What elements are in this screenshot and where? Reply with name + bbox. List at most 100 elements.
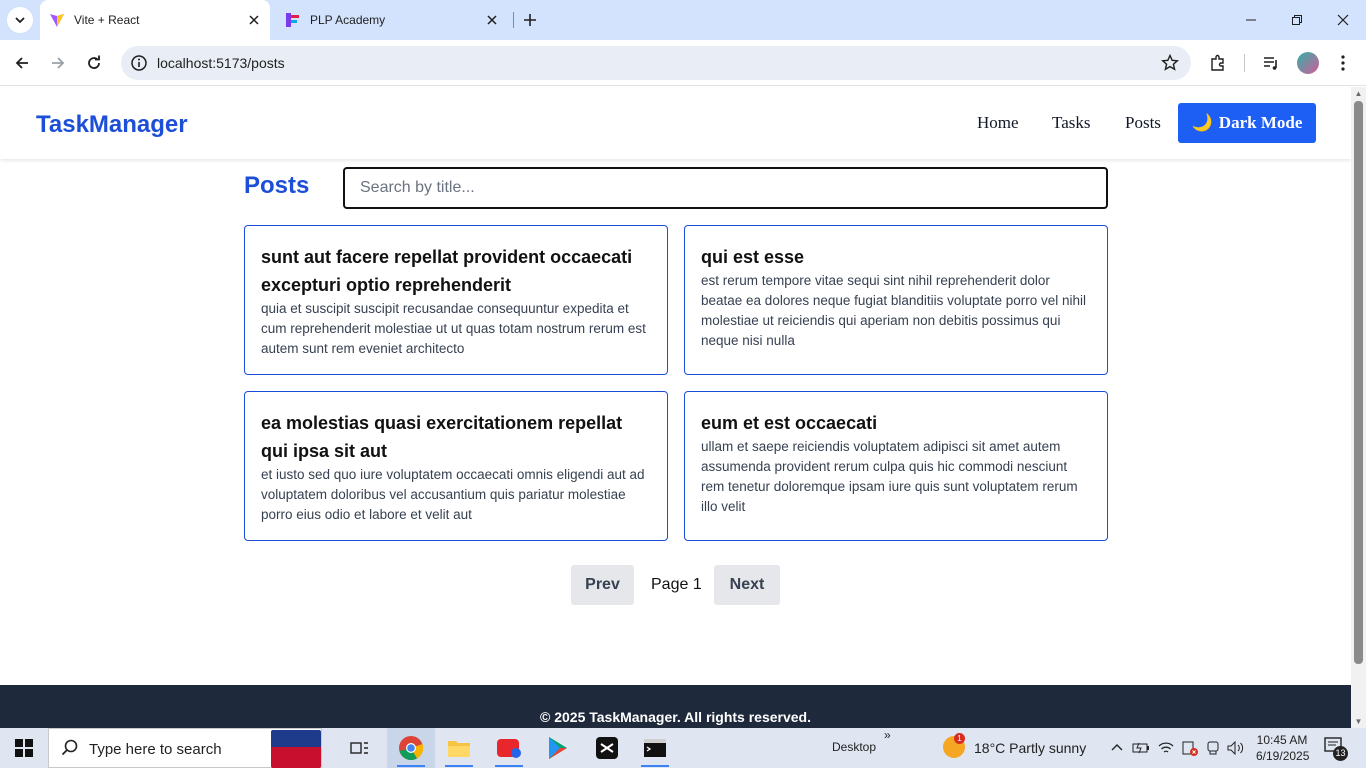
- scroll-up-arrow-icon[interactable]: ▲: [1354, 89, 1363, 98]
- next-page-button[interactable]: Next: [714, 565, 780, 605]
- notification-count-badge: 13: [1333, 746, 1348, 761]
- taskbar-app-red[interactable]: [485, 728, 533, 768]
- minimize-button[interactable]: [1228, 0, 1274, 40]
- nav-link-posts[interactable]: Posts: [1125, 113, 1161, 133]
- site-info-icon[interactable]: [130, 54, 148, 72]
- show-hidden-icons-button[interactable]: [1108, 739, 1126, 757]
- browser-tab-strip: Vite + React PLP Academy: [0, 0, 1366, 40]
- taskbar-terminal[interactable]: [631, 728, 679, 768]
- browser-menu-button[interactable]: [1330, 50, 1356, 76]
- close-icon: [1337, 14, 1349, 26]
- taskbar-file-explorer[interactable]: [435, 728, 483, 768]
- address-bar[interactable]: localhost:5173/posts: [121, 46, 1191, 80]
- close-tab-icon[interactable]: [244, 10, 264, 30]
- browser-toolbar: localhost:5173/posts: [0, 40, 1366, 86]
- puzzle-icon: [1211, 54, 1224, 71]
- bookmark-star-icon[interactable]: [1161, 54, 1179, 72]
- scroll-down-arrow-icon[interactable]: ▼: [1354, 717, 1363, 726]
- arrow-left-icon: [15, 57, 28, 69]
- prev-page-button[interactable]: Prev: [571, 565, 634, 605]
- page-title: Posts: [244, 172, 310, 199]
- active-indicator: [495, 765, 523, 767]
- new-tab-button[interactable]: [519, 9, 541, 31]
- page-indicator: Page 1: [651, 576, 702, 593]
- scrollbar-thumb[interactable]: [1354, 101, 1363, 664]
- weather-sun-icon[interactable]: 1: [943, 733, 965, 758]
- task-view-icon: [350, 742, 368, 754]
- dark-mode-button[interactable]: 🌙 Dark Mode: [1178, 103, 1316, 143]
- active-indicator: [397, 765, 425, 767]
- taskbar-chrome[interactable]: [387, 728, 435, 768]
- vite-logo-icon: [50, 14, 64, 27]
- video-app-icon: [497, 739, 521, 758]
- terminal-icon: [644, 739, 666, 757]
- post-body: ullam et saepe reiciendis voluptatem adi…: [701, 439, 1078, 514]
- post-title: ea molestias quasi exercitationem repell…: [261, 413, 623, 461]
- play-store-icon: [549, 737, 567, 759]
- post-title: eum et est occaecati: [701, 413, 878, 433]
- moon-icon: 🌙: [1191, 113, 1213, 132]
- url-text[interactable]: localhost:5173/posts: [157, 55, 285, 71]
- start-button[interactable]: [0, 728, 48, 768]
- restore-icon: [1292, 15, 1302, 25]
- active-indicator: [445, 765, 473, 767]
- system-clock[interactable]: 10:45 AM 6/19/2025: [1256, 732, 1309, 764]
- post-card: ea molestias quasi exercitationem repell…: [244, 391, 668, 541]
- notifications-button[interactable]: 13: [1324, 737, 1348, 761]
- post-body: et iusto sed quo iure voluptatem occaeca…: [261, 467, 645, 522]
- toolbar-divider: [1244, 54, 1245, 72]
- active-indicator: [641, 765, 669, 767]
- weather-badge: 1: [954, 733, 965, 744]
- footer-copyright: © 2025 TaskManager. All rights reserved.: [540, 709, 811, 725]
- windows-taskbar: Type here to search Desktop » 1 18°C Par…: [0, 728, 1366, 768]
- browser-tab-plp[interactable]: PLP Academy: [276, 0, 508, 40]
- close-window-button[interactable]: [1320, 0, 1366, 40]
- web-page: TaskManager Home Tasks Posts 🌙 Dark Mode…: [0, 87, 1351, 728]
- reload-icon: [88, 55, 100, 69]
- restore-button[interactable]: [1274, 0, 1320, 40]
- app-navbar: TaskManager Home Tasks Posts 🌙 Dark Mode: [0, 87, 1351, 159]
- post-body: quia et suscipit suscipit recusandae con…: [261, 301, 646, 356]
- network-warning-icon[interactable]: [1181, 739, 1199, 757]
- forward-button[interactable]: [44, 49, 72, 77]
- taskbar-play-store[interactable]: [534, 728, 582, 768]
- arrow-right-icon: [52, 57, 65, 69]
- battery-icon[interactable]: [1132, 739, 1150, 757]
- browser-tab-vite[interactable]: Vite + React: [40, 0, 270, 40]
- page-scrollbar[interactable]: ▲ ▼: [1351, 87, 1366, 728]
- weather-text[interactable]: 18°C Partly sunny: [974, 740, 1086, 756]
- profile-avatar[interactable]: [1297, 52, 1319, 74]
- nav-link-home[interactable]: Home: [977, 113, 1019, 133]
- tab-search-button[interactable]: [7, 7, 33, 33]
- page-footer: © 2025 TaskManager. All rights reserved.: [0, 685, 1351, 728]
- post-title: sunt aut facere repellat provident occae…: [261, 247, 633, 295]
- volume-icon[interactable]: [1227, 739, 1245, 757]
- minimize-icon: [1246, 19, 1256, 21]
- tab-divider: [513, 12, 514, 28]
- device-icon[interactable]: [1204, 739, 1222, 757]
- reload-button[interactable]: [80, 49, 108, 77]
- brand-logo-text[interactable]: TaskManager: [36, 111, 188, 139]
- clock-time: 10:45 AM: [1256, 733, 1308, 747]
- plus-icon: [524, 14, 536, 26]
- media-controls-button[interactable]: [1258, 50, 1284, 76]
- extensions-button[interactable]: [1205, 50, 1231, 76]
- toolbar-expand-chevron[interactable]: »: [884, 728, 891, 742]
- tab-title: Vite + React: [74, 13, 140, 27]
- plp-logo-icon: [286, 13, 299, 27]
- search-icon: [61, 739, 78, 756]
- capcut-icon: [596, 737, 618, 759]
- search-highlight-image[interactable]: [271, 730, 321, 768]
- desktop-toolbar-label[interactable]: Desktop: [832, 740, 876, 754]
- taskbar-search-box[interactable]: Type here to search: [48, 728, 322, 768]
- post-body: est rerum tempore vitae sequi sint nihil…: [701, 273, 1087, 348]
- post-card: eum et est occaecati ullam et saepe reic…: [684, 391, 1108, 541]
- back-button[interactable]: [8, 49, 36, 77]
- search-input[interactable]: [343, 167, 1108, 209]
- wifi-icon[interactable]: [1157, 739, 1175, 757]
- taskbar-capcut[interactable]: [583, 728, 631, 768]
- nav-link-tasks[interactable]: Tasks: [1052, 113, 1090, 133]
- close-tab-icon[interactable]: [482, 10, 502, 30]
- task-view-button[interactable]: [336, 728, 384, 768]
- windows-logo-icon: [15, 739, 33, 757]
